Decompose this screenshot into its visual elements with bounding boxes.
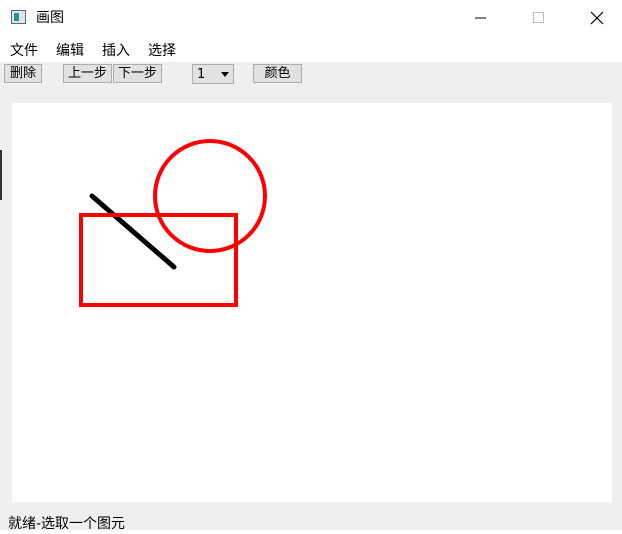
maximize-icon [533,12,544,23]
status-bar-text: 就绪-选取一个图元 [8,516,126,532]
canvas-rectangle-shape[interactable] [79,213,238,307]
line-width-select[interactable]: 1 [192,64,234,84]
minimize-icon [475,17,486,19]
maximize-button[interactable] [514,0,560,36]
menu-file[interactable]: 文件 [10,41,38,61]
close-button[interactable] [574,0,620,36]
line-width-value: 1 [197,67,206,82]
menu-bar: 文件 编辑 插入 选择 [0,38,622,62]
title-bar: 画图 [0,0,622,36]
menu-edit[interactable]: 编辑 [56,41,84,61]
drawing-canvas[interactable] [12,103,612,502]
redo-button[interactable]: 下一步 [113,64,162,83]
paint-app-icon [11,10,26,24]
canvas-circle-shape[interactable] [153,139,267,253]
menu-insert[interactable]: 插入 [102,41,130,61]
delete-button[interactable]: 删除 [4,64,42,83]
window-title: 画图 [36,10,64,26]
window-edge-divider [0,150,2,200]
paint-window: 画图 文件 编辑 插入 选择 删除 上一步 下一步 1 颜色 就绪-选取一个图元 [0,0,622,532]
minimize-button[interactable] [460,0,506,36]
chevron-down-icon [221,72,229,77]
close-icon [590,11,604,25]
menu-select[interactable]: 选择 [148,41,176,61]
color-button[interactable]: 颜色 [253,64,302,83]
canvas-line-shape[interactable] [89,193,177,270]
undo-button[interactable]: 上一步 [63,64,112,83]
